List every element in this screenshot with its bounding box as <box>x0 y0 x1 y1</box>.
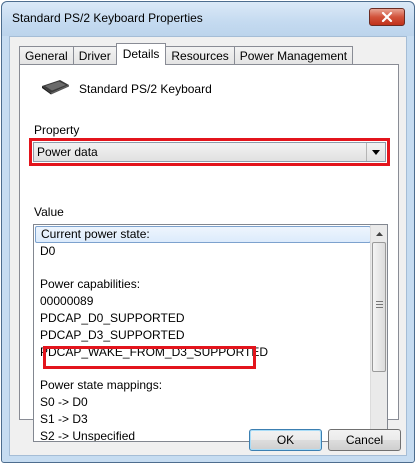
property-label: Property <box>34 123 80 137</box>
tab-details[interactable]: Details <box>115 43 167 65</box>
dropdown-button[interactable] <box>366 143 385 161</box>
wake-capability-highlight-box <box>43 346 256 369</box>
list-item[interactable]: D0 <box>35 243 371 260</box>
tab-driver[interactable]: Driver <box>72 46 117 65</box>
list-item[interactable]: S0 -> D0 <box>35 394 371 411</box>
details-panel: Standard PS/2 Keyboard Property Power da… <box>19 64 399 442</box>
list-item[interactable]: 00000089 <box>35 293 371 310</box>
value-label: Value <box>34 205 64 219</box>
tab-general[interactable]: General <box>19 46 74 65</box>
scroll-thumb[interactable] <box>372 242 386 372</box>
window-title: Standard PS/2 Keyboard Properties <box>12 11 203 25</box>
vertical-scrollbar[interactable] <box>370 225 387 441</box>
tab-resources[interactable]: Resources <box>165 46 235 65</box>
chevron-up-icon <box>375 231 383 236</box>
scroll-up-button[interactable] <box>371 225 387 242</box>
device-name: Standard PS/2 Keyboard <box>79 82 212 96</box>
keyboard-icon <box>42 80 69 95</box>
list-item[interactable] <box>35 260 371 276</box>
property-selected-value: Power data <box>37 145 98 159</box>
close-button[interactable] <box>369 8 405 26</box>
chevron-down-icon <box>372 149 380 155</box>
list-item[interactable]: Current power state: <box>35 226 371 243</box>
list-item[interactable]: PDCAP_D0_SUPPORTED <box>35 310 371 327</box>
list-item[interactable]: S1 -> D3 <box>35 411 371 428</box>
value-list: Current power state: D0 Power capabiliti… <box>35 226 371 441</box>
list-item[interactable]: Power capabilities: <box>35 276 371 293</box>
cancel-button[interactable]: Cancel <box>328 429 401 451</box>
properties-dialog: Standard PS/2 Keyboard Properties Genera… <box>1 1 415 463</box>
grip-icon <box>376 301 383 308</box>
list-item[interactable]: PDCAP_D3_SUPPORTED <box>35 327 371 344</box>
value-listbox[interactable]: Current power state: D0 Power capabiliti… <box>33 224 388 442</box>
close-icon <box>381 12 393 22</box>
list-item[interactable]: Power state mappings: <box>35 377 371 394</box>
tab-strip: General Driver Details Resources Power M… <box>19 43 354 65</box>
title-bar: Standard PS/2 Keyboard Properties <box>2 2 414 36</box>
tab-power-management[interactable]: Power Management <box>233 46 354 65</box>
ok-button[interactable]: OK <box>249 429 322 451</box>
dialog-body: General Driver Details Resources Power M… <box>9 36 407 456</box>
property-dropdown[interactable]: Power data <box>33 142 386 162</box>
